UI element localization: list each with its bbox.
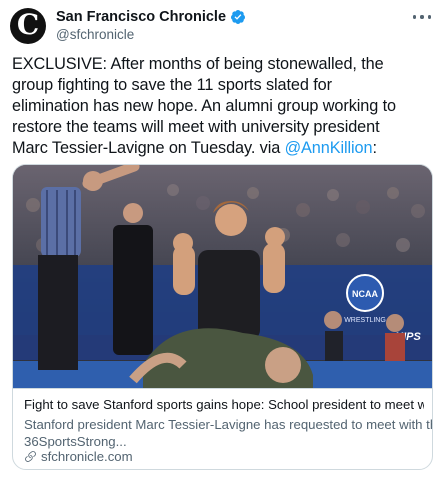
tweet-line-end: : <box>372 139 377 157</box>
tweet-line-text: Marc Tessier-Lavigne on Tuesday. via <box>12 139 285 157</box>
card-domain[interactable]: sfchronicle.com <box>24 449 133 464</box>
banner-sub-text: WRESTLING <box>344 317 386 324</box>
verified-badge-icon <box>231 10 246 24</box>
card-domain-text: sfchronicle.com <box>41 449 133 464</box>
tweet-line: elimination has new hope. An alumni grou… <box>12 97 396 115</box>
tweet-line-last: Marc Tessier-Lavigne on Tuesday. via @An… <box>12 138 438 159</box>
banner-logo-text: NCAA <box>352 289 378 299</box>
card-description: Stanford president Marc Tessier-Lavigne … <box>24 416 433 450</box>
avatar[interactable]: C <box>10 8 46 44</box>
mention-link[interactable]: @AnnKillion <box>285 139 373 157</box>
tweet-line: restore the teams will meet with univers… <box>12 118 380 136</box>
card-image[interactable]: NCAA WRESTLING HIPS <box>13 165 432 388</box>
name-row: San Francisco Chronicle <box>56 8 407 26</box>
tweet-line: group fighting to save the 11 sports sla… <box>12 76 332 94</box>
display-name[interactable]: San Francisco Chronicle <box>56 9 226 25</box>
card-divider <box>13 388 432 389</box>
card-description-line: 36SportsStrong... <box>24 434 127 449</box>
tweet-line: EXCLUSIVE: After months of being stonewa… <box>12 55 384 73</box>
tweet-text: EXCLUSIVE: After months of being stonewa… <box>12 54 438 159</box>
wrestling-photo-icon: NCAA WRESTLING HIPS <box>13 165 432 388</box>
link-icon <box>25 451 36 462</box>
link-card[interactable]: NCAA WRESTLING HIPS Fight to save Stanfo… <box>12 164 433 470</box>
tweet-header: San Francisco Chronicle @sfchronicle <box>56 8 407 42</box>
handle[interactable]: @sfchronicle <box>56 27 407 42</box>
card-title[interactable]: Fight to save Stanford sports gains hope… <box>24 397 424 412</box>
card-description-line: Stanford president Marc Tessier-Lavigne … <box>24 417 433 432</box>
avatar-letter: C <box>16 8 40 41</box>
more-options-icon[interactable] <box>413 10 431 24</box>
